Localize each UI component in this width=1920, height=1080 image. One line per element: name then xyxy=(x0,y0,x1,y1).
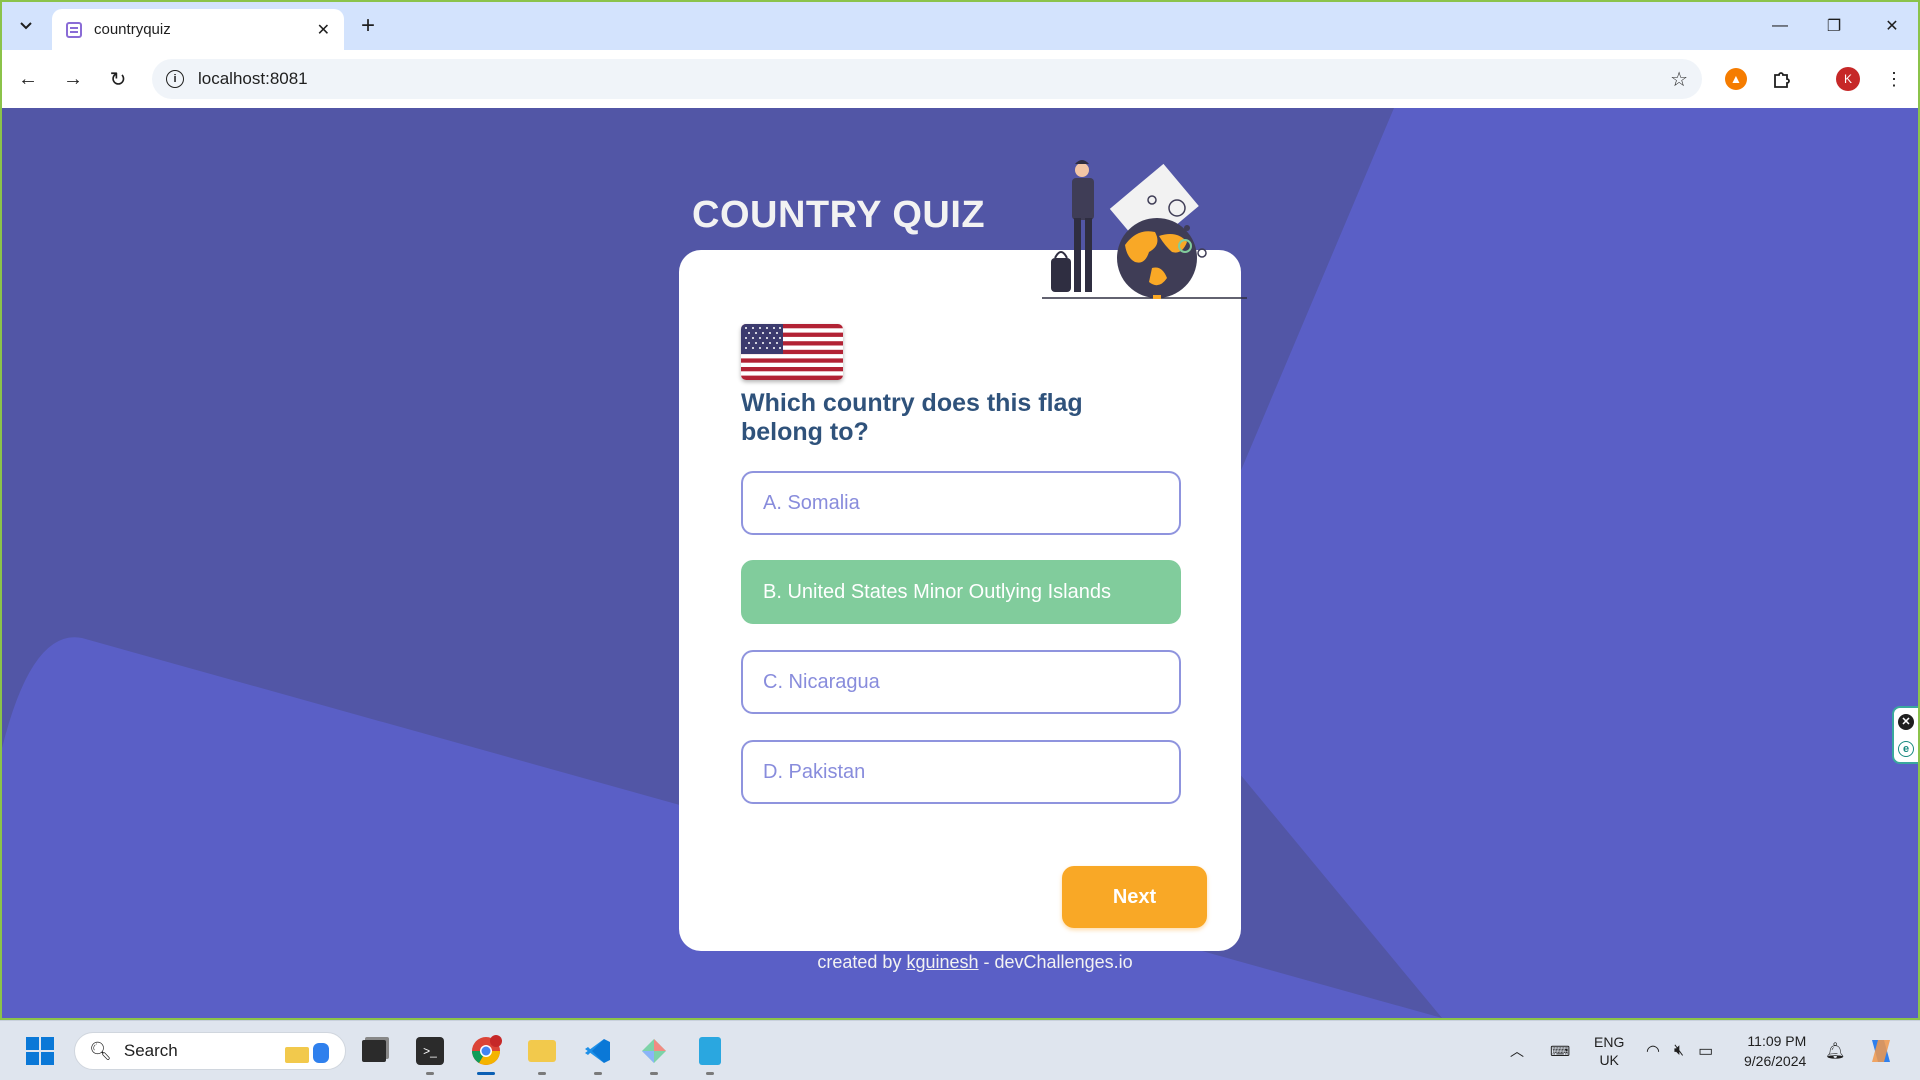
wifi-icon: ◠ xyxy=(1646,1043,1660,1060)
option-b-label: B. United States Minor Outlying Islands xyxy=(763,580,1111,603)
footer-suffix: - devChallenges.io xyxy=(978,952,1133,972)
clock[interactable]: 11:09 PM 9/26/2024 xyxy=(1744,1021,1806,1080)
page-viewport: COUNTRY QUIZ Which country does this fla… xyxy=(2,108,1918,1018)
extension-button[interactable]: ▲ xyxy=(1720,63,1752,95)
page-title: COUNTRY QUIZ xyxy=(692,194,986,236)
language-indicator[interactable]: ENG UK xyxy=(1594,1021,1624,1080)
us-flag-image xyxy=(741,324,843,380)
option-c[interactable]: C. Nicaragua xyxy=(741,650,1181,714)
close-tab-icon[interactable]: ✕ xyxy=(317,20,330,40)
running-indicator xyxy=(706,1072,714,1075)
running-indicator xyxy=(426,1072,434,1075)
tab-strip: countryquiz ✕ + — ❐ ✕ xyxy=(2,2,1918,50)
traveler-globe-illustration xyxy=(1042,160,1247,299)
restore-button[interactable]: ❐ xyxy=(1814,10,1854,42)
taskbar-search-label: Search xyxy=(123,1041,178,1060)
diamond-app-icon xyxy=(642,1039,666,1063)
question-text: Which country does this flag belong to? xyxy=(741,389,1083,446)
site-info-icon[interactable]: i xyxy=(166,70,184,88)
author-link[interactable]: kguinesh xyxy=(906,952,978,972)
copilot-icon xyxy=(1872,1040,1890,1062)
close-circle-icon[interactable]: ✕ xyxy=(1898,713,1914,730)
terminal-icon: >_ xyxy=(416,1037,444,1065)
search-highlight-icon xyxy=(285,1043,329,1063)
running-indicator xyxy=(538,1072,546,1075)
minimize-button[interactable]: — xyxy=(1760,10,1800,42)
forward-button[interactable]: → xyxy=(57,63,89,95)
active-indicator xyxy=(477,1072,495,1075)
taskbar-search[interactable]: 🔍︎ Search xyxy=(74,1032,346,1070)
browser-toolbar: ← → ↻ i localhost:8081 ☆ ▲ K ⋮ xyxy=(2,50,1918,108)
windows-logo-icon xyxy=(26,1037,54,1065)
next-button[interactable]: Next xyxy=(1062,866,1207,928)
address-bar[interactable]: i localhost:8081 ☆ xyxy=(152,59,1702,99)
chrome-icon xyxy=(472,1035,502,1065)
keyboard-icon[interactable]: ⌨ xyxy=(1550,1021,1570,1080)
new-tab-button[interactable]: + xyxy=(354,12,382,40)
vscode-icon xyxy=(585,1039,610,1063)
windows-taskbar: 🔍︎ Search >_ ︿ ⌨ ENG UK ◠ 🔇︎ ▭ 11:09 PM … xyxy=(0,1020,1920,1080)
profile-initial: K xyxy=(1836,67,1860,91)
profile-avatar[interactable]: K xyxy=(1832,63,1864,95)
git-tool-app[interactable] xyxy=(634,1031,674,1075)
chevron-up-icon: ︿ xyxy=(1510,1043,1524,1059)
reload-button[interactable]: ↻ xyxy=(102,63,134,95)
system-tray-icons[interactable]: ◠ 🔇︎ ▭ xyxy=(1646,1021,1713,1080)
extensions-puzzle-icon[interactable] xyxy=(1766,63,1798,95)
tab-title: countryquiz xyxy=(94,21,171,38)
clock-date: 9/26/2024 xyxy=(1744,1053,1807,1069)
option-b-correct[interactable]: B. United States Minor Outlying Islands xyxy=(741,560,1181,624)
language-region: UK xyxy=(1599,1052,1619,1068)
tab-search-button[interactable] xyxy=(10,10,42,42)
language-code: ENG xyxy=(1594,1034,1625,1050)
option-d-label: D. Pakistan xyxy=(763,760,866,783)
chevron-down-icon xyxy=(20,22,32,30)
option-d[interactable]: D. Pakistan xyxy=(741,740,1181,804)
terminal-app[interactable]: >_ xyxy=(410,1031,450,1075)
option-a[interactable]: A. Somalia xyxy=(741,471,1181,535)
speaker-muted-icon: 🔇︎ xyxy=(1673,1042,1685,1059)
search-icon: 🔍︎ xyxy=(89,1040,112,1061)
url-text: localhost:8081 xyxy=(198,69,308,88)
running-indicator xyxy=(594,1072,602,1075)
option-c-label: C. Nicaragua xyxy=(763,670,880,693)
browser-tab[interactable]: countryquiz ✕ xyxy=(52,9,344,50)
extension-logo-icon: ▲ xyxy=(1725,68,1747,90)
task-view-button[interactable] xyxy=(354,1031,394,1071)
copilot-button[interactable] xyxy=(1866,1021,1896,1080)
close-window-button[interactable]: ✕ xyxy=(1872,10,1912,42)
running-indicator xyxy=(650,1072,658,1075)
battery-icon: ▭ xyxy=(1698,1043,1714,1060)
footer-prefix: created by xyxy=(817,952,907,972)
vscode-app[interactable] xyxy=(578,1031,618,1075)
notification-bell-icon[interactable]: 🔔︎ xyxy=(1825,1021,1845,1080)
chrome-app[interactable] xyxy=(466,1031,506,1075)
notepad-app[interactable] xyxy=(690,1031,730,1075)
notepad-icon xyxy=(699,1037,721,1065)
file-explorer-app[interactable] xyxy=(522,1031,562,1075)
bookmark-star-icon[interactable]: ☆ xyxy=(1670,67,1688,92)
start-button[interactable] xyxy=(20,1031,60,1071)
notepad-favicon-icon xyxy=(66,21,82,38)
side-widget[interactable]: ✕ e xyxy=(1892,706,1918,764)
browser-chrome: countryquiz ✕ + — ❐ ✕ ← → ↻ i localhost:… xyxy=(2,2,1918,108)
edge-e-icon[interactable]: e xyxy=(1898,740,1914,757)
task-view-icon xyxy=(362,1040,386,1062)
folder-icon xyxy=(528,1040,556,1062)
show-hidden-icons[interactable]: ︿ xyxy=(1510,1021,1524,1080)
back-button[interactable]: ← xyxy=(12,63,44,95)
footer-credit: created by kguinesh - devChallenges.io xyxy=(2,952,1918,973)
clock-time: 11:09 PM xyxy=(1747,1033,1807,1049)
option-a-label: A. Somalia xyxy=(763,491,860,514)
browser-menu-icon[interactable]: ⋮ xyxy=(1878,63,1910,95)
